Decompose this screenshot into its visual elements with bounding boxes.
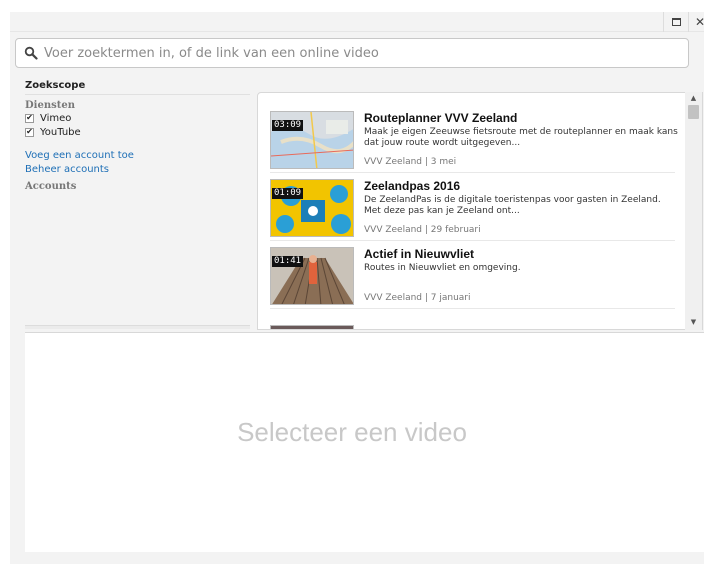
video-preview-panel: Selecteer een video: [25, 332, 704, 552]
duration-badge: 03:09: [272, 120, 304, 131]
video-meta: VVV Zeeland | 7 januari: [364, 293, 471, 303]
service-label: YouTube: [40, 126, 81, 138]
video-thumbnail[interactable]: [270, 325, 354, 329]
video-description: Routes in Nieuwvliet en omgeving.: [364, 263, 521, 273]
video-description: Maak je eigen Zeeuwse fietsroute met de …: [364, 127, 678, 148]
video-thumbnail[interactable]: 01:09: [270, 179, 354, 237]
video-meta: VVV Zeeland | 29 februari: [364, 225, 481, 235]
list-item[interactable]: 03:09 Routeplanner VVV Zeeland Maak je e…: [270, 105, 678, 173]
scroll-down-icon[interactable]: ▼: [685, 316, 702, 328]
close-button[interactable]: ✕: [690, 12, 704, 32]
video-title[interactable]: Zeelandpas 2016: [364, 179, 460, 193]
manage-accounts-link[interactable]: Beheer accounts: [25, 163, 250, 177]
close-icon: ✕: [694, 15, 704, 29]
accounts-label: Accounts: [25, 181, 77, 192]
video-meta: VVV Zeeland | 3 mei: [364, 157, 457, 167]
scroll-up-icon[interactable]: ▲: [685, 92, 702, 104]
video-description: De ZeelandPas is de digitale toeristenpa…: [364, 195, 661, 216]
maximize-button[interactable]: [663, 12, 689, 32]
scope-title: Zoekscope: [25, 80, 250, 95]
video-thumbnail[interactable]: 01:41: [270, 247, 354, 305]
scroll-thumb[interactable]: [688, 105, 699, 119]
service-vimeo[interactable]: ✔ Vimeo: [25, 111, 250, 125]
services-label: Diensten: [25, 100, 75, 111]
list-item[interactable]: 01:09 Zeelandpas 2016 De ZeelandPas is d…: [270, 173, 675, 241]
video-thumbnail[interactable]: 03:09: [270, 111, 354, 169]
results-list: 03:09 Routeplanner VVV Zeeland Maak je e…: [257, 92, 703, 330]
search-bar: [15, 38, 689, 68]
list-item[interactable]: [270, 319, 675, 329]
add-account-link[interactable]: Voeg een account toe: [25, 149, 250, 163]
results-scrollbar[interactable]: ▲ ▼: [685, 92, 702, 330]
empty-preview-text: Selecteer een video: [237, 417, 467, 447]
search-input[interactable]: [44, 45, 688, 61]
thumbnail-image: [271, 326, 353, 329]
duration-badge: 01:09: [272, 188, 304, 199]
title-bar: ✕: [10, 12, 704, 32]
video-title[interactable]: Actief in Nieuwvliet: [364, 247, 474, 261]
search-icon: [24, 46, 38, 60]
service-label: Vimeo: [40, 112, 72, 124]
duration-badge: 01:41: [272, 256, 304, 267]
maximize-icon: [671, 18, 681, 26]
video-title[interactable]: Routeplanner VVV Zeeland: [364, 111, 517, 125]
list-item[interactable]: 01:41 Actief in Nieuwvliet Routes in Nie…: [270, 241, 675, 309]
checkbox-youtube[interactable]: ✔: [25, 127, 34, 137]
checkbox-vimeo[interactable]: ✔: [25, 113, 34, 123]
search-scope-panel: Zoekscope Diensten ✔ Vimeo ✔ YouTube Voe…: [25, 80, 250, 330]
panel-divider: [25, 325, 250, 329]
service-youtube[interactable]: ✔ YouTube: [25, 125, 250, 139]
